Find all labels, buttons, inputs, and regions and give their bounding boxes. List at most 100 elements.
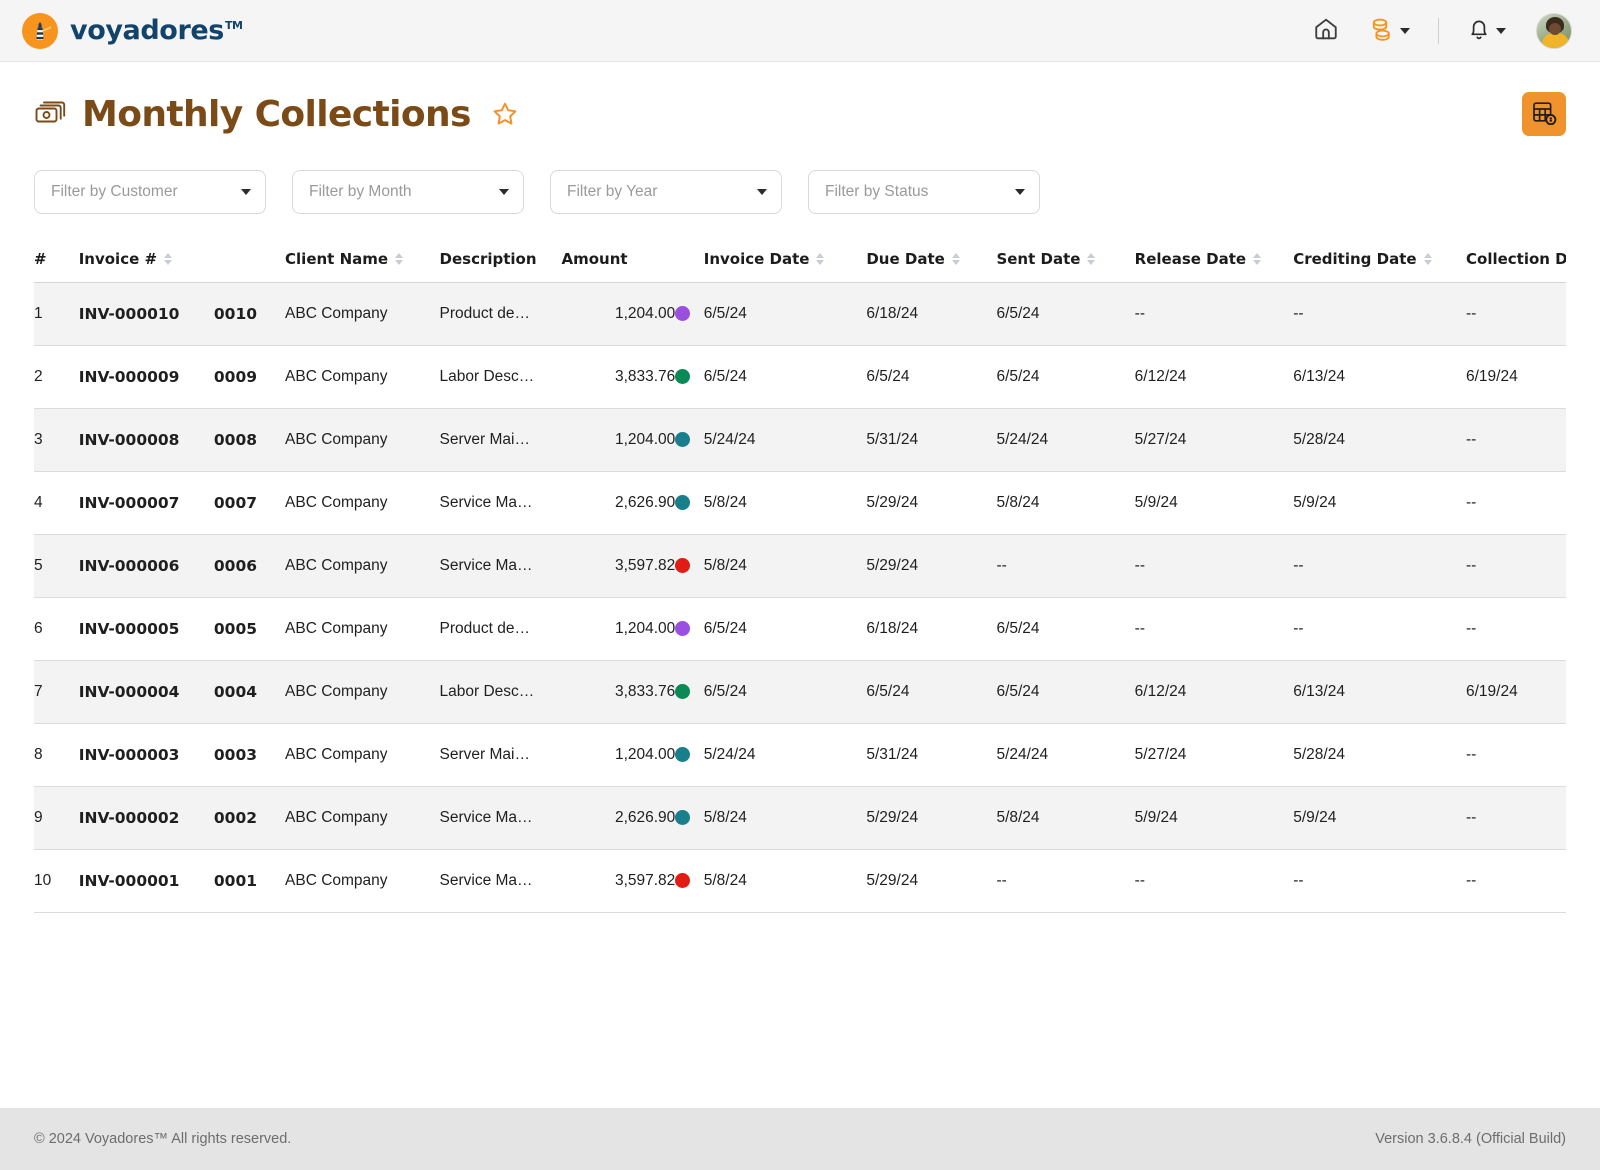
table-row[interactable]: 7 INV-000004 0004 ABC Company Labor Desc… 3,8… xyxy=(34,660,1566,724)
cell-release-date: 5/27/24 xyxy=(1134,408,1294,472)
page-title: Monthly Collections xyxy=(82,93,471,135)
sort-icon[interactable] xyxy=(164,253,173,265)
table-row[interactable]: 5 INV-000006 0006 ABC Company Service Ma… 3,5… xyxy=(34,534,1566,598)
billing-menu-button[interactable] xyxy=(1353,10,1424,51)
cell-sent-date: 6/5/24 xyxy=(996,597,1135,661)
cell-amount: 1,204.00 xyxy=(561,723,676,787)
cell-invoice-number: INV-000006 xyxy=(78,534,214,598)
cell-invoice-code: 0002 xyxy=(213,786,286,850)
cell-row-number: 2 xyxy=(34,345,79,409)
cell-invoice-code: 0008 xyxy=(213,408,286,472)
col-header-crediting-date[interactable]: Crediting Date xyxy=(1293,240,1466,283)
cell-crediting-date: 6/13/24 xyxy=(1293,345,1466,409)
col-label-description: Description xyxy=(439,250,537,268)
col-label-client: Client Name xyxy=(285,250,389,268)
cell-description: Service Ma… xyxy=(439,534,562,598)
cell-invoice-number: INV-000004 xyxy=(78,660,214,724)
cell-release-date: -- xyxy=(1134,597,1294,661)
app-root: voyadoresTM Monthly Collections Filter b… xyxy=(0,0,1600,1170)
col-header-client[interactable]: Client Name xyxy=(285,240,440,283)
cell-collection-date: 6/19/24 xyxy=(1466,345,1566,409)
col-header-release-date[interactable]: Release Date xyxy=(1134,240,1294,283)
brand-wordmark: voyadoresTM xyxy=(70,17,243,44)
cell-invoice-date: 6/5/24 xyxy=(703,282,867,346)
filter-status-label: Filter by Status xyxy=(825,183,929,200)
cell-collection-date: 6/19/24 xyxy=(1466,660,1566,724)
cell-due-date: 6/5/24 xyxy=(866,345,997,409)
col-header-invoice[interactable]: Invoice # xyxy=(78,240,214,283)
top-navigation-bar: voyadoresTM xyxy=(0,0,1600,62)
cell-invoice-number: INV-000007 xyxy=(78,471,214,535)
cell-client-name: ABC Company xyxy=(285,282,440,346)
sort-icon[interactable] xyxy=(395,253,404,265)
table-row[interactable]: 1 INV-000010 0010 ABC Company Product de… 1,2… xyxy=(34,282,1566,346)
col-label-sent-date: Sent Date xyxy=(996,250,1081,268)
chevron-down-icon xyxy=(499,189,509,195)
col-header-invoice-date[interactable]: Invoice Date xyxy=(703,240,867,283)
brand-name: voyadores xyxy=(70,15,224,46)
collections-table-wrapper: # Invoice # Client Name Description Amou… xyxy=(34,240,1566,913)
star-icon[interactable] xyxy=(491,100,519,128)
filter-year-select[interactable]: Filter by Year xyxy=(550,170,782,214)
cell-invoice-date: 6/5/24 xyxy=(703,597,867,661)
sort-icon[interactable] xyxy=(816,253,825,265)
cell-invoice-date: 5/24/24 xyxy=(703,723,867,787)
page-content: Monthly Collections Filter by Customer F… xyxy=(0,62,1600,1108)
table-row[interactable]: 6 INV-000005 0005 ABC Company Product de… 1,2… xyxy=(34,597,1566,661)
table-row[interactable]: 9 INV-000002 0002 ABC Company Service Ma… 2,6… xyxy=(34,786,1566,850)
cell-amount: 3,597.82 xyxy=(561,534,676,598)
cell-invoice-code: 0009 xyxy=(213,345,286,409)
cell-description: Server Mai… xyxy=(439,408,562,472)
cell-due-date: 6/18/24 xyxy=(866,282,997,346)
cell-client-name: ABC Company xyxy=(285,345,440,409)
cell-release-date: 5/9/24 xyxy=(1134,786,1294,850)
table-row[interactable]: 8 INV-000003 0003 ABC Company Server Mai… 1,2… xyxy=(34,723,1566,787)
cell-description: Service Ma… xyxy=(439,471,562,535)
cell-row-number: 8 xyxy=(34,723,79,787)
cell-row-number: 5 xyxy=(34,534,79,598)
sort-icon[interactable] xyxy=(1423,253,1432,265)
filter-customer-select[interactable]: Filter by Customer xyxy=(34,170,266,214)
sort-icon[interactable] xyxy=(1253,253,1262,265)
col-label-crediting-date: Crediting Date xyxy=(1293,250,1417,268)
cell-crediting-date: 5/9/24 xyxy=(1293,471,1466,535)
cell-release-date: 6/12/24 xyxy=(1134,660,1294,724)
calculate-collections-button[interactable] xyxy=(1522,92,1566,136)
cell-invoice-date: 5/8/24 xyxy=(703,786,867,850)
filter-status-select[interactable]: Filter by Status xyxy=(808,170,1040,214)
footer-version: Version 3.6.8.4 (Official Build) xyxy=(1375,1131,1566,1147)
col-header-sent-date[interactable]: Sent Date xyxy=(996,240,1135,283)
brand-logo[interactable]: voyadoresTM xyxy=(22,12,243,49)
cell-client-name: ABC Company xyxy=(285,849,440,913)
avatar[interactable] xyxy=(1536,12,1572,49)
cell-invoice-date: 5/8/24 xyxy=(703,534,867,598)
notifications-button[interactable] xyxy=(1453,10,1520,51)
cell-client-name: ABC Company xyxy=(285,408,440,472)
col-header-status xyxy=(675,240,704,283)
col-header-code xyxy=(213,240,286,283)
cell-invoice-date: 6/5/24 xyxy=(703,660,867,724)
cell-description: Service Ma… xyxy=(439,849,562,913)
cell-status-dot xyxy=(675,282,704,346)
status-badge xyxy=(675,747,691,763)
table-row[interactable]: 10 INV-000001 0001 ABC Company Service Ma… 3,… xyxy=(34,849,1566,913)
cell-crediting-date: 5/9/24 xyxy=(1293,786,1466,850)
cell-crediting-date: -- xyxy=(1293,597,1466,661)
status-badge xyxy=(675,558,691,574)
filter-month-select[interactable]: Filter by Month xyxy=(292,170,524,214)
table-row[interactable]: 2 INV-000009 0009 ABC Company Labor Desc… 3,8… xyxy=(34,345,1566,409)
cell-amount: 2,626.90 xyxy=(561,786,676,850)
sort-icon[interactable] xyxy=(1087,253,1096,265)
home-button[interactable] xyxy=(1299,10,1353,51)
cell-invoice-number: INV-000008 xyxy=(78,408,214,472)
cell-invoice-number: INV-000002 xyxy=(78,786,214,850)
col-header-due-date[interactable]: Due Date xyxy=(866,240,997,283)
cell-crediting-date: 6/13/24 xyxy=(1293,660,1466,724)
cell-due-date: 6/18/24 xyxy=(866,597,997,661)
sort-icon[interactable] xyxy=(951,253,960,265)
table-row[interactable]: 3 INV-000008 0008 ABC Company Server Mai… 1,2… xyxy=(34,408,1566,472)
table-row[interactable]: 4 INV-000007 0007 ABC Company Service Ma… 2,6… xyxy=(34,471,1566,535)
table-head: # Invoice # Client Name Description Amou… xyxy=(34,240,1566,283)
cell-client-name: ABC Company xyxy=(285,471,440,535)
col-header-collection-date: Collection Date xyxy=(1466,240,1566,283)
